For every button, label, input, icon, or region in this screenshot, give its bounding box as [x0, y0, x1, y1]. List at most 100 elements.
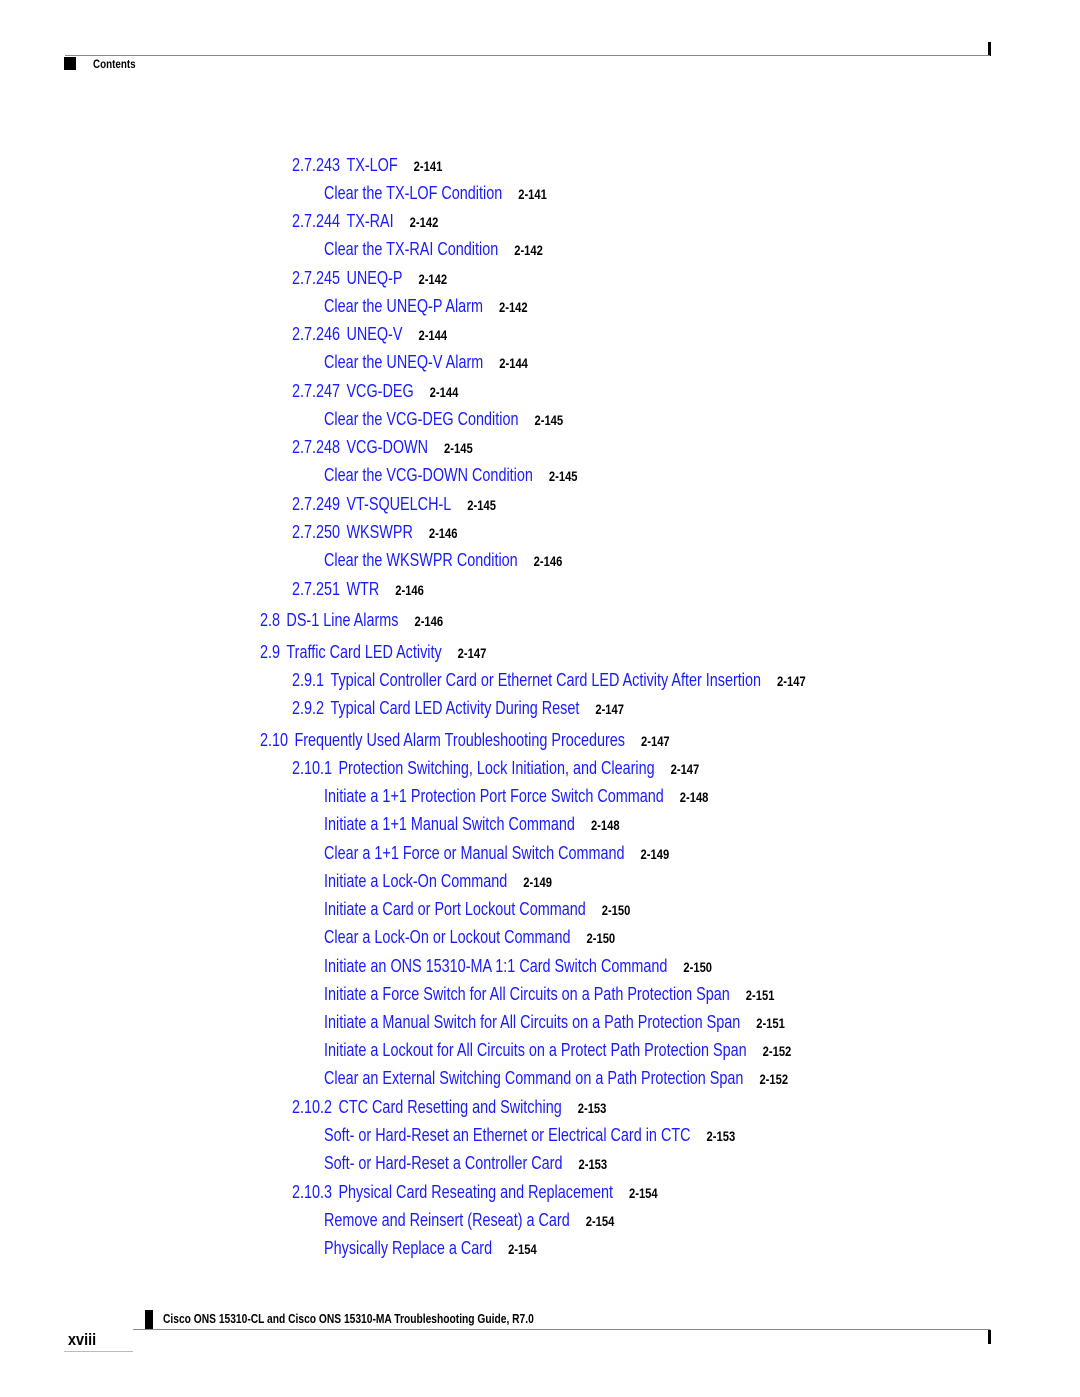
toc-entry-page: 2-141	[413, 158, 443, 174]
toc-entry-page: 2-147	[641, 733, 670, 749]
toc-entry-title[interactable]: Initiate a Force Switch for All Circuits…	[324, 984, 730, 1004]
toc-entry[interactable]: 2.7.246 UNEQ-V 2-144	[292, 324, 447, 345]
toc-entry-title[interactable]: Clear the UNEQ-V Alarm	[324, 352, 483, 372]
toc-entry-title[interactable]: WTR	[346, 579, 379, 599]
toc-entry[interactable]: Clear a Lock-On or Lockout Command 2-150	[324, 927, 615, 948]
footer-tick-mark	[988, 1330, 991, 1344]
toc-entry-title[interactable]: Initiate a 1+1 Manual Switch Command	[324, 814, 575, 834]
toc-entry-title[interactable]: Frequently Used Alarm Troubleshooting Pr…	[294, 730, 625, 750]
toc-entry-page: 2-153	[578, 1156, 608, 1172]
toc-entry[interactable]: Clear the UNEQ-V Alarm 2-144	[324, 352, 528, 373]
toc-entry-title[interactable]: TX-RAI	[346, 211, 393, 231]
toc-entry[interactable]: Clear the VCG-DOWN Condition 2-145	[324, 465, 578, 486]
toc-entry[interactable]: Remove and Reinsert (Reseat) a Card 2-154	[324, 1210, 614, 1231]
toc-entry[interactable]: Physically Replace a Card 2-154	[324, 1238, 537, 1259]
toc-entry-title[interactable]: Clear an External Switching Command on a…	[324, 1068, 743, 1088]
toc-entry-title[interactable]: UNEQ-V	[346, 324, 402, 344]
toc-entry-page: 2-148	[590, 817, 620, 833]
toc-entry-title[interactable]: Protection Switching, Lock Initiation, a…	[338, 758, 654, 778]
toc-entry-title[interactable]: Clear the VCG-DOWN Condition	[324, 465, 533, 485]
toc-entry[interactable]: Initiate a Lockout for All Circuits on a…	[324, 1040, 791, 1061]
toc-entry-title[interactable]: UNEQ-P	[346, 268, 402, 288]
toc-entry-page: 2-144	[429, 384, 459, 400]
toc-entry-title[interactable]: Clear the TX-RAI Condition	[324, 239, 498, 259]
toc-entry-title[interactable]: Initiate an ONS 15310-MA 1:1 Card Switch…	[324, 956, 667, 976]
toc-entry[interactable]: 2.10.1 Protection Switching, Lock Initiat…	[292, 758, 699, 779]
toc-entry[interactable]: Initiate an ONS 15310-MA 1:1 Card Switch…	[324, 956, 712, 977]
toc-entry-title[interactable]: Typical Controller Card or Ethernet Card…	[330, 670, 761, 690]
toc-entry[interactable]: 2.10.3 Physical Card Reseating and Replac…	[292, 1182, 658, 1203]
toc-entry-title[interactable]: Soft- or Hard-Reset a Controller Card	[324, 1153, 562, 1173]
toc-entry-title[interactable]: Clear the WKSWPR Condition	[324, 550, 518, 570]
toc-entry-page: 2-149	[523, 874, 552, 890]
toc-entry[interactable]: 2.7.248 VCG-DOWN 2-145	[292, 437, 473, 458]
toc-entry[interactable]: 2.8 DS-1 Line Alarms 2-146	[260, 610, 443, 631]
toc-entry[interactable]: 2.9 Traffic Card LED Activity 2-147	[260, 642, 486, 663]
toc-entry-title[interactable]: Typical Card LED Activity During Reset	[330, 698, 579, 718]
toc-entry-title[interactable]: TX-LOF	[346, 155, 397, 175]
toc-entry[interactable]: Clear the TX-RAI Condition 2-142	[324, 239, 543, 260]
toc-entry-title[interactable]: Initiate a Card or Port Lockout Command	[324, 899, 586, 919]
toc-entry-title[interactable]: VCG-DOWN	[346, 437, 428, 457]
toc-entry-title[interactable]: Initiate a Manual Switch for All Circuit…	[324, 1012, 740, 1032]
toc-entry-page: 2-149	[640, 846, 670, 862]
toc-entry-page: 2-142	[498, 299, 528, 315]
toc-entry-title[interactable]: Clear the UNEQ-P Alarm	[324, 296, 483, 316]
toc-entry[interactable]: Initiate a 1+1 Protection Port Force Swi…	[324, 786, 708, 807]
toc-entry[interactable]: Soft- or Hard-Reset a Controller Card 2-1…	[324, 1153, 607, 1174]
toc-entry[interactable]: 2.9.2 Typical Card LED Activity During Re…	[292, 698, 624, 719]
toc-entry[interactable]: 2.7.245 UNEQ-P 2-142	[292, 268, 447, 289]
toc-entry[interactable]: Initiate a Lock-On Command 2-149	[324, 871, 552, 892]
footer-rule	[133, 1329, 990, 1330]
toc-entry-title[interactable]: Soft- or Hard-Reset an Ethernet or Elect…	[324, 1125, 691, 1145]
toc-entry-number: 2.8	[260, 610, 281, 630]
toc-entry-page: 2-150	[683, 959, 713, 975]
toc-entry-title[interactable]: VT-SQUELCH-L	[346, 494, 451, 514]
toc-entry[interactable]: Clear the WKSWPR Condition 2-146	[324, 550, 562, 571]
toc-entry[interactable]: Clear the TX-LOF Condition 2-141	[324, 183, 547, 204]
toc-entry-title[interactable]: Remove and Reinsert (Reseat) a Card	[324, 1210, 570, 1230]
toc-entry[interactable]: 2.7.244 TX-RAI 2-142	[292, 211, 438, 232]
toc-entry-title[interactable]: WKSWPR	[346, 522, 412, 542]
toc-entry-title[interactable]: Initiate a Lockout for All Circuits on a…	[324, 1040, 747, 1060]
toc-entry-title[interactable]: Clear the VCG-DEG Condition	[324, 409, 518, 429]
toc-entry-title[interactable]: Initiate a 1+1 Protection Port Force Swi…	[324, 786, 664, 806]
toc-entry[interactable]: Soft- or Hard-Reset an Ethernet or Elect…	[324, 1125, 735, 1146]
toc-entry[interactable]: 2.7.250 WKSWPR 2-146	[292, 522, 458, 543]
toc-entry-page: 2-146	[395, 582, 424, 598]
toc-entry-number: 2.7.247	[292, 381, 341, 401]
toc-entry[interactable]: 2.10.2 CTC Card Resetting and Switching 2-…	[292, 1097, 606, 1118]
toc-entry[interactable]: 2.7.251 WTR 2-146	[292, 579, 424, 600]
toc-entry[interactable]: 2.10 Frequently Used Alarm Troubleshootin…	[260, 730, 670, 751]
toc-entry[interactable]: Clear a 1+1 Force or Manual Switch Comma…	[324, 843, 669, 864]
toc-entry[interactable]: Initiate a Manual Switch for All Circuit…	[324, 1012, 785, 1033]
toc-entry-title[interactable]: Clear the TX-LOF Condition	[324, 183, 502, 203]
toc-entry[interactable]: Initiate a Card or Port Lockout Command 2…	[324, 899, 630, 920]
header-marker-block	[64, 57, 76, 70]
toc-entry-page: 2-145	[534, 412, 564, 428]
toc-entry[interactable]: 2.9.1 Typical Controller Card or Ethernet…	[292, 670, 806, 691]
toc-entry-page: 2-150	[601, 902, 631, 918]
toc-entry-title[interactable]: Physically Replace a Card	[324, 1238, 492, 1258]
toc-entry[interactable]: Initiate a 1+1 Manual Switch Command 2-14…	[324, 814, 620, 835]
toc-entry-page: 2-151	[756, 1015, 785, 1031]
toc-entry-title[interactable]: Traffic Card LED Activity	[286, 642, 441, 662]
toc-entry[interactable]: Clear an External Switching Command on a…	[324, 1068, 788, 1089]
toc-entry[interactable]: Clear the UNEQ-P Alarm 2-142	[324, 296, 528, 317]
toc-entry-title[interactable]: Initiate a Lock-On Command	[324, 871, 507, 891]
toc-entry-title[interactable]: Physical Card Reseating and Replacement	[338, 1182, 613, 1202]
toc-entry[interactable]: 2.7.249 VT-SQUELCH-L 2-145	[292, 494, 496, 515]
toc-entry-title[interactable]: Clear a Lock-On or Lockout Command	[324, 927, 571, 947]
toc-entry[interactable]: Clear the VCG-DEG Condition 2-145	[324, 409, 563, 430]
toc-entry-title[interactable]: DS-1 Line Alarms	[286, 610, 398, 630]
toc-entry-page: 2-144	[418, 327, 448, 343]
toc-entry-title[interactable]: VCG-DEG	[346, 381, 413, 401]
toc-entry[interactable]: 2.7.243 TX-LOF 2-141	[292, 155, 442, 176]
toc-entry-title[interactable]: Clear a 1+1 Force or Manual Switch Comma…	[324, 843, 625, 863]
toc-entry-page: 2-146	[533, 553, 563, 569]
toc-entry[interactable]: 2.7.247 VCG-DEG 2-144	[292, 381, 458, 402]
toc-entry-number: 2.10.3	[292, 1182, 333, 1202]
toc-entry-number: 2.7.249	[292, 494, 341, 514]
toc-entry[interactable]: Initiate a Force Switch for All Circuits…	[324, 984, 774, 1005]
toc-entry-title[interactable]: CTC Card Resetting and Switching	[338, 1097, 561, 1117]
